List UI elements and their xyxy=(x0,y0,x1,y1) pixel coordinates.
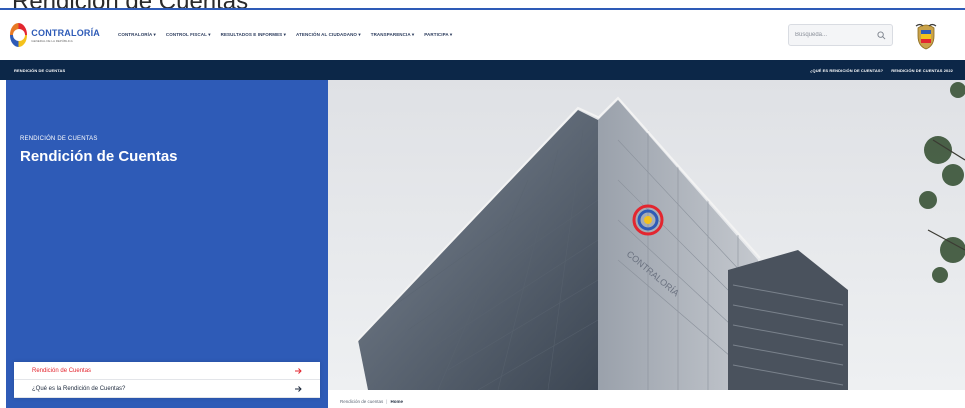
search-box xyxy=(788,24,893,46)
nav-item-transparencia[interactable]: TRANSPARENCIA ▾ xyxy=(371,32,415,38)
breadcrumb-separator: | xyxy=(386,399,388,404)
section-bar: RENDICIÓN DE CUENTAS ¿QUÉ ES RENDICIÓN D… xyxy=(0,60,965,80)
nav-item-contraloria[interactable]: CONTRALORÍA ▾ xyxy=(118,32,156,38)
site-header: CONTRALORÍA GENERAL DE LA REPÚBLICA CONT… xyxy=(0,10,965,60)
nav-item-control-fiscal[interactable]: CONTROL FISCAL ▾ xyxy=(166,32,211,38)
breadcrumb: Rendición de cuentas | Home xyxy=(340,399,403,404)
nav-item-resultados[interactable]: RESULTADOS E INFORMES ▾ xyxy=(221,32,286,38)
search-icon[interactable] xyxy=(876,30,886,40)
hero-kicker: RENDICIÓN DE CUENTAS xyxy=(20,136,98,142)
nav-item-atencion[interactable]: ATENCIÓN AL CIUDADANO ▾ xyxy=(296,32,361,38)
main-nav: CONTRALORÍA ▾ CONTROL FISCAL ▾ RESULTADO… xyxy=(118,32,452,38)
logo[interactable]: CONTRALORÍA GENERAL DE LA REPÚBLICA xyxy=(10,17,100,53)
section-bar-title: RENDICIÓN DE CUENTAS xyxy=(14,67,66,73)
nav-item-participa[interactable]: PARTICIPA ▾ xyxy=(424,32,452,38)
logo-subtitle: GENERAL DE LA REPÚBLICA xyxy=(31,38,73,43)
subbar-link-que-es[interactable]: ¿QUÉ ES RENDICIÓN DE CUENTAS? xyxy=(810,68,883,73)
menu-item-que-es[interactable]: ¿Qué es la Rendición de Cuentas? xyxy=(14,380,320,398)
arrow-right-icon xyxy=(295,367,302,374)
hero-title: Rendición de Cuentas xyxy=(20,148,178,165)
search-input[interactable] xyxy=(795,32,877,38)
page: Rendición de Cuentas CONTRALORÍA GENERAL… xyxy=(0,0,965,408)
arrow-right-icon xyxy=(295,385,302,392)
menu-item-label: ¿Qué es la Rendición de Cuentas? xyxy=(32,385,126,392)
subbar-link-2022[interactable]: RENDICIÓN DE CUENTAS 2022 xyxy=(891,68,953,73)
breadcrumb-current: Home xyxy=(390,399,403,404)
building-photo: CONTRALORÍA xyxy=(328,80,965,390)
side-menu: Rendición de Cuentas ¿Qué es la Rendició… xyxy=(14,362,320,398)
logo-name: CONTRALORÍA xyxy=(31,27,100,38)
logo-mark-icon xyxy=(10,23,28,47)
menu-item-label: Rendición de Cuentas xyxy=(32,367,92,374)
colombia-crest-icon[interactable] xyxy=(914,22,938,50)
hero-panel: RENDICIÓN DE CUENTAS Rendición de Cuenta… xyxy=(6,80,328,408)
menu-item-rendicion[interactable]: Rendición de Cuentas xyxy=(14,362,320,380)
breadcrumb-parent[interactable]: Rendición de cuentas xyxy=(340,399,383,404)
